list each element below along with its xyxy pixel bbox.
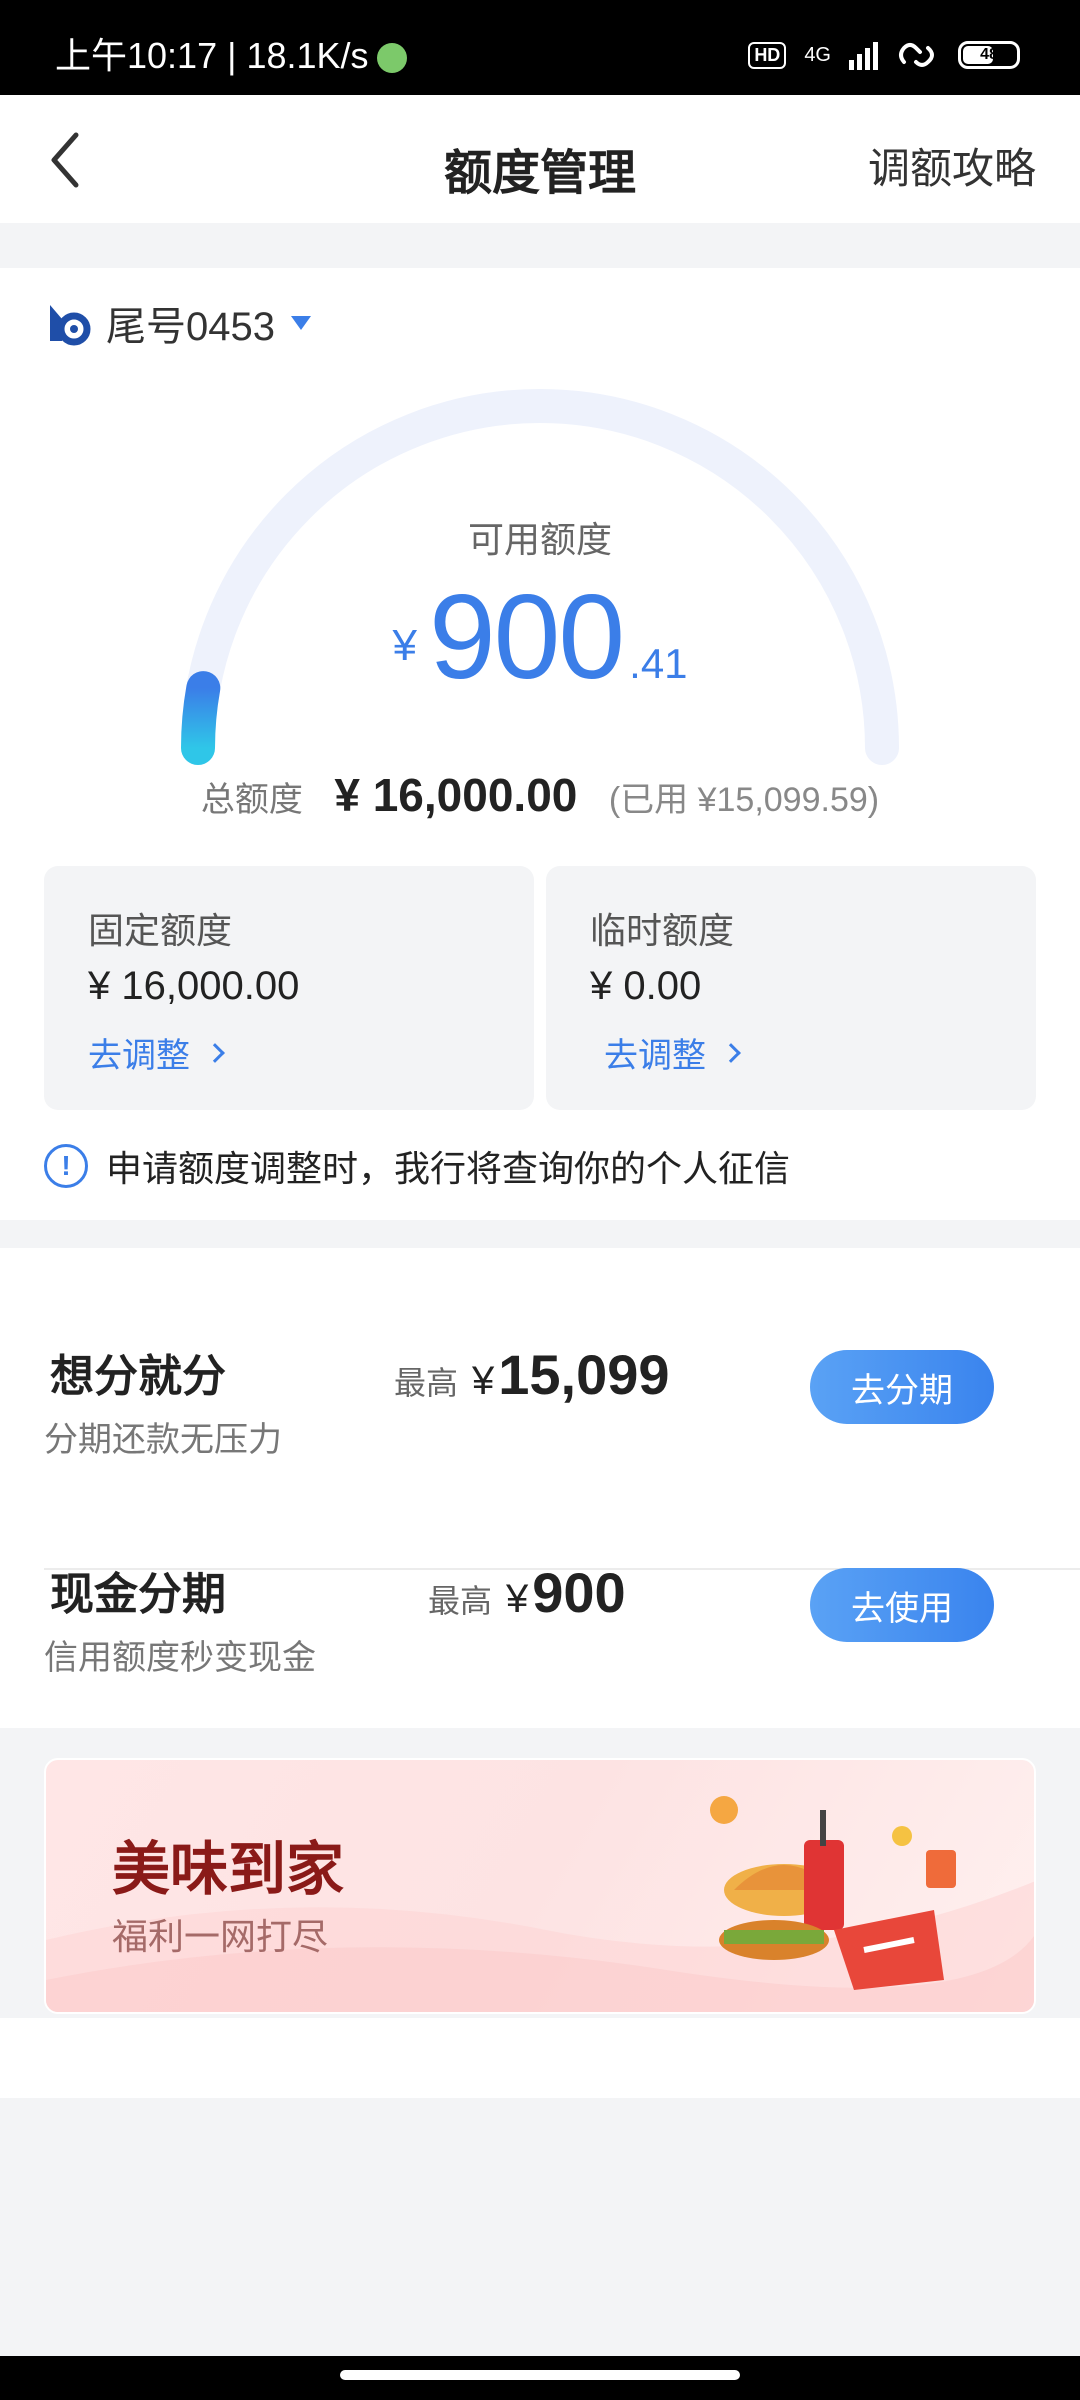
status-time: 上午10:17 | 18.1K/s [55,38,407,74]
app-header: 额度管理 调额攻略 [0,95,1080,223]
gesture-bar [0,2356,1080,2400]
promo-banner[interactable]: 美味到家 福利一网打尽 [44,1758,1036,2014]
max-label: 最高 [394,1365,459,1401]
offer-title: 现金分期 [50,1570,226,1619]
chevron-right-icon [205,1042,225,1063]
currency-symbol: ¥ [472,1359,495,1403]
caret-down-icon [290,316,311,330]
fixed-limit-adjust-link[interactable]: 去调整 [88,1028,225,1077]
status-time-text: 上午10:17 | 18.1K/s [55,35,369,76]
offer-item: 现金分期 信用额度秒变现金 最高 ¥ 900 去使用 [0,1526,1080,1746]
total-limit-value: ¥ 16,000.00 [334,769,578,821]
battery-icon: 48 [958,41,1020,69]
bank-logo-icon [50,305,91,346]
installment-button[interactable]: 去分期 [810,1350,994,1424]
use-cash-button[interactable]: 去使用 [810,1568,994,1642]
available-limit-label: 可用额度 [467,519,612,560]
info-icon: ! [44,1144,88,1188]
notification-dot-icon [376,43,407,74]
total-limit-label: 总额度 [200,781,303,819]
adjust-guide-link[interactable]: 调额攻略 [868,135,1036,196]
offer-subtitle: 信用额度秒变现金 [44,1639,316,1677]
status-bar: 上午10:17 | 18.1K/s HD 4G 48 [0,0,1080,95]
home-indicator[interactable] [340,2370,740,2380]
offer-max-amount: 最高 ¥ 15,099 [394,1342,670,1407]
bottom-spacer [0,2018,1080,2098]
temporary-limit-adjust-link[interactable]: 去调整 [604,1028,741,1077]
currency-symbol: ¥ [506,1577,529,1621]
signal-icon [849,40,878,70]
available-amount-int: 900 [428,570,625,704]
fixed-limit-box: 固定额度 ¥ 16,000.00 去调整 [44,866,534,1110]
network-type: 4G [804,43,831,66]
fixed-limit-value: ¥ 16,000.00 [88,964,300,1008]
currency-symbol: ¥ [392,621,417,670]
installment-offers-card: 想分就分 分期还款无压力 最高 ¥ 15,099 去分期 现金分期 信用额度秒变… [0,1248,1080,1728]
offer-subtitle: 分期还款无压力 [44,1421,282,1459]
adjust-label: 去调整 [604,1037,706,1075]
offer-title: 想分就分 [50,1352,226,1401]
fixed-limit-label: 固定额度 [88,910,233,951]
used-amount: (已用 ¥15,099.59) [608,781,880,819]
battery-level: 48 [980,46,998,63]
promo-section: 美味到家 福利一网打尽 [0,1728,1080,2018]
temporary-limit-value: ¥ 0.00 [590,964,702,1008]
offer-max-amount: 最高 ¥ 900 [428,1560,626,1625]
max-value: 900 [532,1561,626,1624]
adjust-label: 去调整 [88,1037,190,1075]
offer-item: 想分就分 分期还款无压力 最高 ¥ 15,099 去分期 [0,1308,1080,1570]
temporary-limit-label: 临时额度 [590,910,735,951]
max-value: 15,099 [498,1343,670,1406]
temporary-limit-box: 临时额度 ¥ 0.00 去调整 [546,866,1036,1110]
limit-overview-card: 尾号0453 可用额度 ¥900.41 总额度 ¥ 16,000.00 (已用 … [0,268,1080,1220]
available-amount: ¥900.41 [0,568,1080,706]
link-icon [899,43,934,67]
banner-subtitle: 福利一网打尽 [112,1916,329,1957]
hd-icon: HD [748,41,787,69]
status-icons: HD 4G 48 [748,40,1020,70]
available-amount-dec: .41 [629,640,688,687]
account-selector[interactable]: 尾号0453 [44,294,311,352]
notice-text: 申请额度调整时，我行将查询你的个人征信 [106,1148,791,1189]
max-label: 最高 [428,1583,493,1619]
credit-check-notice: ! 申请额度调整时，我行将查询你的个人征信 [44,1140,790,1192]
account-label: 尾号0453 [106,305,275,349]
chevron-right-icon [721,1042,741,1063]
total-limit-row: 总额度 ¥ 16,000.00 (已用 ¥15,099.59) [0,768,1080,822]
banner-title: 美味到家 [112,1837,345,1902]
food-illustration-icon [710,1796,956,1990]
